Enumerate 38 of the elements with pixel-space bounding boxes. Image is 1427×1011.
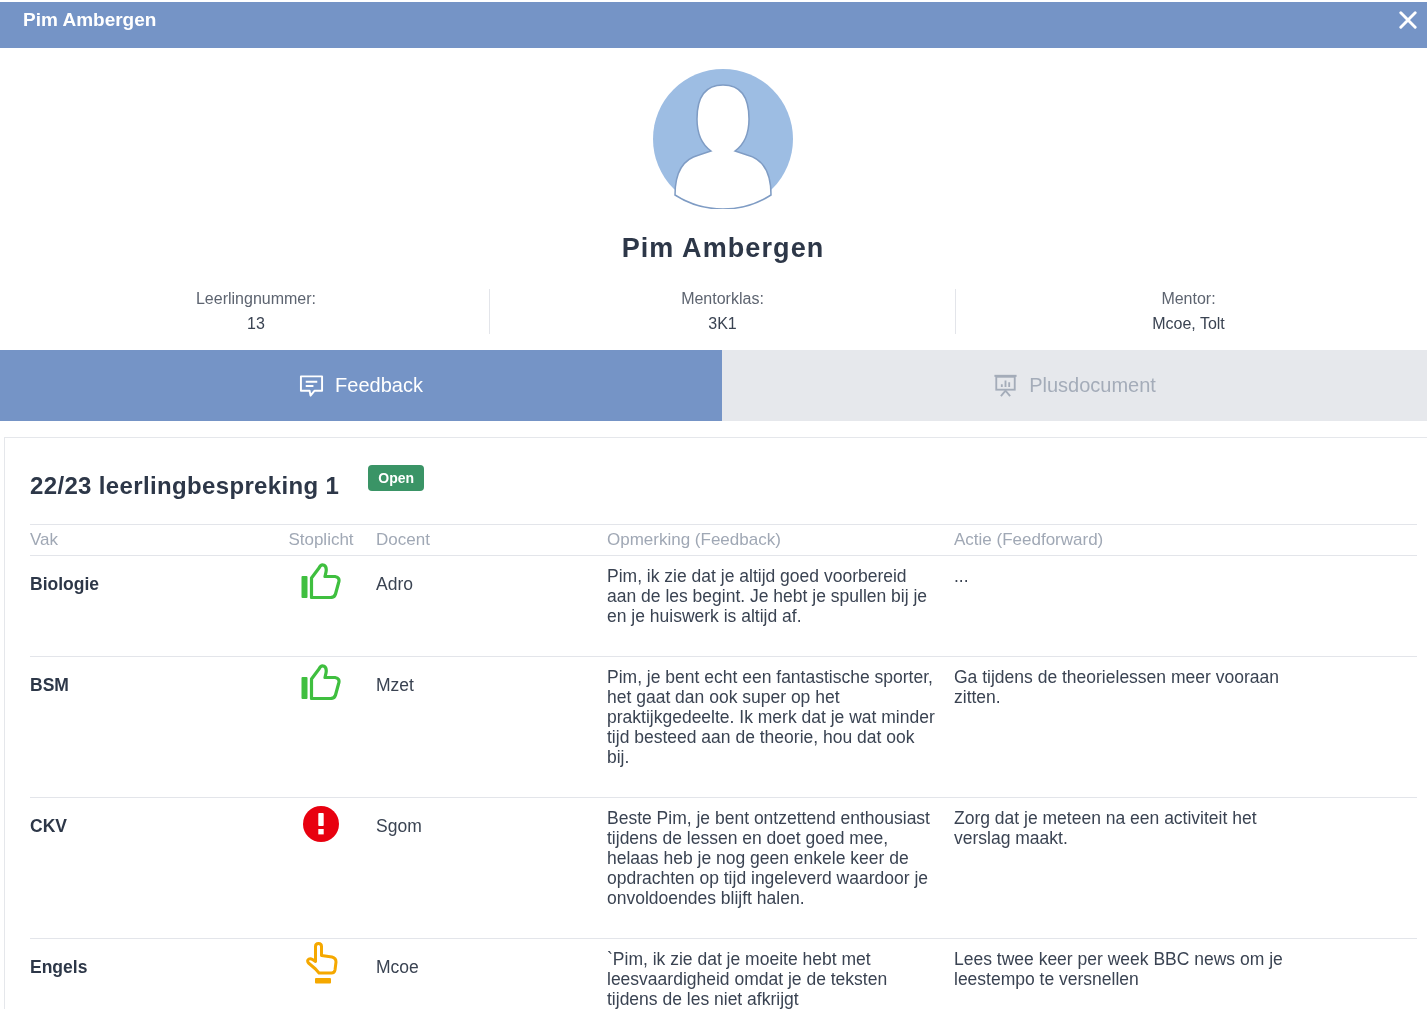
teacher-cell: Sgom xyxy=(376,816,422,836)
action-cell-text: Ga tijdens de theorielessen meer vooraan zitten. xyxy=(954,667,1280,707)
subject-cell: Biologie xyxy=(30,574,100,594)
feedback-cell-text: `Pim, ik zie dat je moeite hebt met leesvaardigheid omdat je de teksten tijdens de les niet afkrijgt xyxy=(607,949,889,1009)
close-icon xyxy=(1399,11,1417,29)
column-header: Vak xyxy=(30,530,60,550)
meeting-title: 22/23 leerlingbespreking 1 xyxy=(30,471,340,501)
teacher-cell: Mcoe xyxy=(376,957,419,977)
column-header: Docent xyxy=(375,530,431,550)
field-value: 13 xyxy=(247,314,265,334)
feedback-cell-text: Pim, ik zie dat je altijd goed voorbereid aan de les begint. Je hebt je spullen bij je en je huiswerk is altijd af. xyxy=(607,566,929,626)
column-header: Stoplicht xyxy=(287,530,355,550)
feedback-cell-text: Beste Pim, je bent ontzettend enthousiast tijdens de lessen en doet goed mee, helaas heb je nog geen enkele keer de opdrachten op tijd ingeleverd waardoor je onvoldoendes blijft halen. xyxy=(607,808,931,908)
column-header: Actie (Feedforward) xyxy=(953,530,1105,550)
feedback-cell-text: Pim, je bent echt een fantastische sporter, het gaat dan ook super op het praktijkgedeelte. Ik merk dat je wat minder tijd besteed aan de theorie, hou dat ook bij. xyxy=(607,667,936,767)
close-button[interactable] xyxy=(1397,9,1419,31)
field-value: Mcoe, Tolt xyxy=(1152,314,1225,334)
student-name: Pim Ambergen xyxy=(621,232,825,264)
field-label: Leerlingnummer: xyxy=(195,289,317,309)
teacher-cell: Adro xyxy=(376,574,413,594)
user-avatar-icon xyxy=(653,69,793,209)
action-cell-text: Zorg dat je meteen na een activiteit het verslag maakt. xyxy=(954,808,1258,848)
field-value: 3K1 xyxy=(708,314,737,334)
action-cell-text: Lees twee keer per week BBC news om je leestempo te versnellen xyxy=(954,949,1284,989)
tab[interactable]: Plusdocument xyxy=(722,350,1427,421)
column-header: Opmerking (Feedback) xyxy=(606,530,782,550)
field-label: Mentorklas: xyxy=(681,289,764,309)
teacher-cell: Mzet xyxy=(376,675,414,695)
status-badge: Open xyxy=(368,465,425,491)
action-cell-text: ... xyxy=(954,566,970,586)
subject-cell: Engels xyxy=(30,957,88,977)
window-title: Pim Ambergen xyxy=(23,9,157,31)
tab[interactable]: Feedback xyxy=(0,350,722,421)
subject-cell: BSM xyxy=(30,675,69,695)
field-label: Mentor: xyxy=(1161,289,1216,309)
subject-cell: CKV xyxy=(30,816,67,836)
speech-bubble-icon xyxy=(299,373,325,398)
presentation-board-icon xyxy=(993,373,1019,398)
